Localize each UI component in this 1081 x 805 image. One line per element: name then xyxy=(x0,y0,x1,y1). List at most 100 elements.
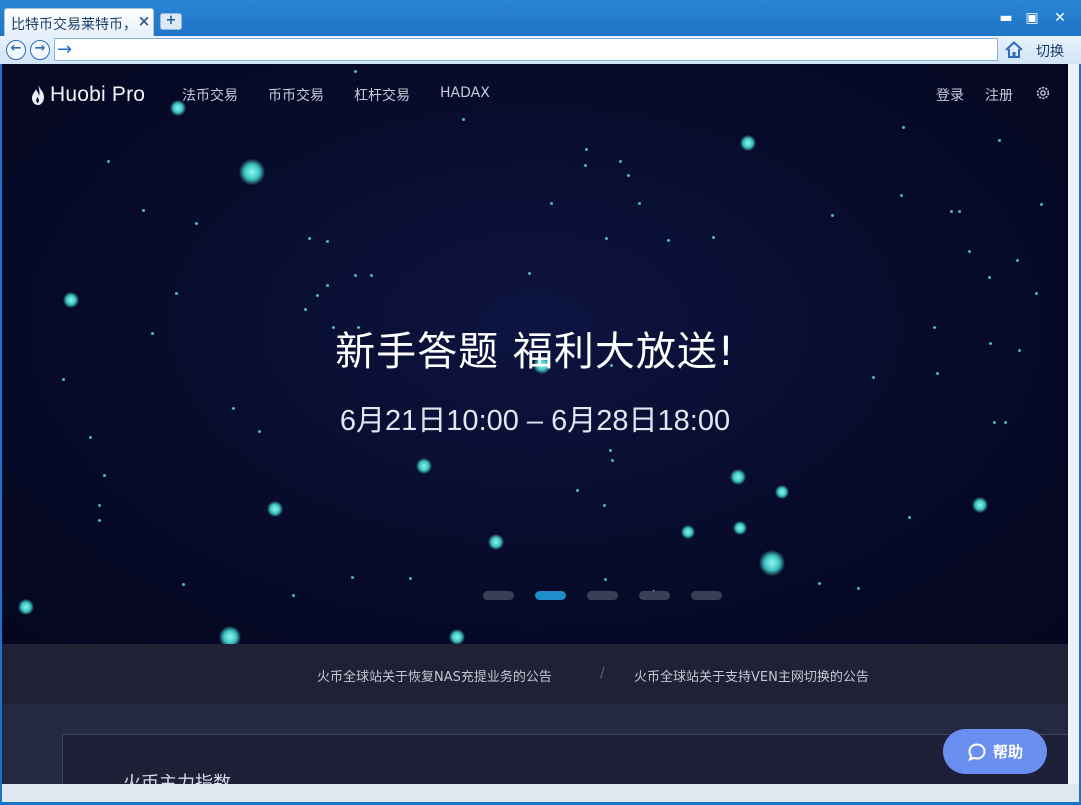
glowing-star xyxy=(488,534,504,550)
forward-button[interactable]: → xyxy=(30,40,50,60)
star xyxy=(292,594,295,597)
tab-close-icon[interactable]: × xyxy=(137,14,151,29)
star xyxy=(62,378,65,381)
star xyxy=(638,202,641,205)
star xyxy=(958,210,961,213)
glowing-star xyxy=(18,599,34,615)
glowing-star xyxy=(681,525,695,539)
new-tab-button[interactable]: + xyxy=(160,13,182,30)
glowing-star xyxy=(219,626,241,644)
star xyxy=(619,160,622,163)
star xyxy=(354,274,357,277)
star xyxy=(103,474,106,477)
star xyxy=(603,504,606,507)
browser-titlebar: 比特币交易莱特币， × + ▬ ▣ ✕ xyxy=(0,0,1081,36)
logo-text: Huobi Pro xyxy=(50,83,146,106)
star xyxy=(409,577,412,580)
login-link[interactable]: 登录 xyxy=(936,85,964,105)
nav-fiat-trading[interactable]: 法币交易 xyxy=(182,85,238,105)
star xyxy=(712,236,715,239)
glowing-star xyxy=(63,292,79,308)
star xyxy=(326,240,329,243)
star xyxy=(818,582,821,585)
star xyxy=(107,160,110,163)
star xyxy=(528,272,531,275)
hero-banner[interactable]: Huobi Pro 法币交易 币币交易 杠杆交易 HADAX 登录 注册 新手答… xyxy=(2,64,1068,644)
star xyxy=(304,308,307,311)
star xyxy=(609,449,612,452)
help-label: 帮助 xyxy=(992,743,1023,761)
carousel-dot[interactable] xyxy=(639,591,670,600)
star xyxy=(98,519,101,522)
glowing-star xyxy=(449,629,465,644)
carousel-dot[interactable] xyxy=(587,591,618,600)
notice-link-nas[interactable]: 火币全球站关于恢复NAS充提业务的公告 xyxy=(317,666,552,685)
horizontal-scrollbar[interactable] xyxy=(2,784,1079,802)
window-close-icon[interactable]: ✕ xyxy=(1050,8,1070,28)
switch-button[interactable]: 切换 xyxy=(1036,41,1064,61)
star xyxy=(370,274,373,277)
star xyxy=(857,587,860,590)
star xyxy=(576,489,579,492)
register-link[interactable]: 注册 xyxy=(985,85,1013,105)
flame-icon xyxy=(32,85,44,105)
star xyxy=(175,292,178,295)
glowing-star xyxy=(759,550,785,576)
site-logo[interactable]: Huobi Pro xyxy=(30,82,145,108)
star xyxy=(316,294,319,297)
star xyxy=(585,148,588,151)
star xyxy=(462,118,465,121)
glowing-star xyxy=(416,458,432,474)
glowing-star xyxy=(775,485,789,499)
go-arrow-icon[interactable]: → xyxy=(57,40,72,60)
star xyxy=(550,202,553,205)
star xyxy=(182,583,185,586)
address-bar[interactable]: → xyxy=(54,38,998,61)
star xyxy=(627,174,630,177)
star xyxy=(605,237,608,240)
nav-margin-trading[interactable]: 杠杆交易 xyxy=(354,85,410,105)
glowing-star xyxy=(730,469,746,485)
help-button[interactable]: 帮助 xyxy=(943,729,1047,774)
star xyxy=(950,210,953,213)
index-card: 火币主力指数 xyxy=(62,734,1068,784)
minimize-icon[interactable]: ▬ xyxy=(996,8,1016,28)
star xyxy=(1016,259,1019,262)
carousel-dot[interactable] xyxy=(483,591,514,600)
star xyxy=(584,164,587,167)
gear-icon[interactable] xyxy=(1035,85,1051,101)
back-button[interactable]: ← xyxy=(6,40,26,60)
nav-coin-trading[interactable]: 币币交易 xyxy=(268,85,324,105)
star xyxy=(326,284,329,287)
index-section: 火币主力指数 xyxy=(2,704,1068,784)
star xyxy=(900,194,903,197)
notice-link-ven[interactable]: 火币全球站关于支持VEN主网切换的公告 xyxy=(634,666,869,685)
carousel-dot[interactable] xyxy=(535,591,566,600)
nav-hadax[interactable]: HADAX xyxy=(440,85,490,101)
browser-navbar: ← → → 切换 xyxy=(0,36,1081,64)
star xyxy=(1040,203,1043,206)
star xyxy=(142,209,145,212)
star xyxy=(98,504,101,507)
notice-separator: / xyxy=(600,665,605,681)
hero-dates: 6月21日10:00 – 6月28日18:00 xyxy=(339,405,731,437)
browser-tab[interactable]: 比特币交易莱特币， × xyxy=(4,8,154,36)
star xyxy=(667,239,670,242)
glowing-star xyxy=(733,521,747,535)
star xyxy=(195,222,198,225)
home-icon[interactable] xyxy=(1003,39,1025,61)
glowing-star xyxy=(267,501,283,517)
notice-bar: 火币全球站关于恢复NAS充提业务的公告 / 火币全球站关于支持VEN主网切换的公… xyxy=(2,644,1068,704)
index-card-title: 火币主力指数 xyxy=(123,773,231,784)
chat-bubble-icon xyxy=(968,742,986,761)
page-viewport: Huobi Pro 法币交易 币币交易 杠杆交易 HADAX 登录 注册 新手答… xyxy=(2,64,1068,784)
glowing-star xyxy=(972,497,988,513)
star xyxy=(1035,292,1038,295)
vertical-scrollbar[interactable] xyxy=(1068,64,1079,784)
star xyxy=(902,126,905,129)
maximize-icon[interactable]: ▣ xyxy=(1022,8,1042,28)
carousel-dot[interactable] xyxy=(691,591,722,600)
star xyxy=(831,214,834,217)
glowing-star xyxy=(239,159,265,185)
star xyxy=(308,237,311,240)
